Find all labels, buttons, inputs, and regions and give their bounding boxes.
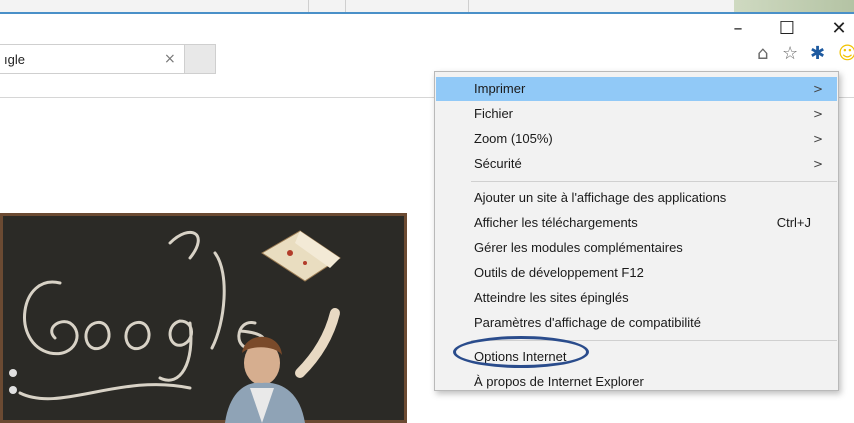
menu-item-manage-addons[interactable]: Gérer les modules complémentaires (436, 236, 837, 260)
menu-item-compatibility-view-settings[interactable]: Paramètres d'affichage de compatibilité (436, 311, 837, 335)
menu-item-f12-developer-tools[interactable]: Outils de développement F12 (436, 261, 837, 285)
menu-item-label: Paramètres d'affichage de compatibilité (474, 315, 701, 330)
taskbar-divider (308, 0, 309, 12)
home-icon[interactable]: ⌂ (757, 44, 768, 64)
menu-item-add-site-to-apps[interactable]: Ajouter un site à l'affichage des applic… (436, 186, 837, 210)
maximize-button[interactable]: ☐ (772, 20, 802, 38)
menu-item-label: Fichier (474, 106, 514, 121)
menu-item-shortcut: Ctrl+J (776, 215, 811, 230)
menu-item-label: Options Internet (474, 349, 567, 364)
menu-item-label: Afficher les téléchargements (474, 215, 638, 230)
browser-window: – ☐ ✕ ıgle × ⌂ ☆ ✱ ☺ Imprimer > Fichier … (0, 0, 854, 423)
menu-item-view-downloads[interactable]: Afficher les téléchargements Ctrl+J (436, 211, 837, 235)
menu-item-security[interactable]: Sécurité > (436, 152, 837, 176)
menu-item-label: Outils de développement F12 (474, 265, 644, 280)
menu-item-label: Atteindre les sites épinglés (474, 290, 629, 305)
menu-separator (471, 181, 837, 182)
minimize-button[interactable]: – (723, 20, 753, 38)
taskbar-strip (0, 0, 854, 14)
chevron-right-icon: > (812, 132, 823, 146)
menu-item-label: Ajouter un site à l'affichage des applic… (474, 190, 727, 205)
gear-icon[interactable]: ✱ (810, 44, 825, 64)
menu-item-print[interactable]: Imprimer > (436, 77, 837, 101)
menu-item-internet-options[interactable]: Options Internet (436, 345, 837, 369)
menu-item-zoom[interactable]: Zoom (105%) > (436, 127, 837, 151)
menu-separator (471, 340, 837, 341)
menu-item-file[interactable]: Fichier > (436, 102, 837, 126)
google-doodle[interactable] (0, 213, 407, 423)
menu-item-about-internet-explorer[interactable]: À propos de Internet Explorer (436, 370, 837, 394)
tab-close-icon[interactable]: × (164, 51, 176, 67)
menu-item-label: Zoom (105%) (474, 131, 553, 146)
taskbar-divider (345, 0, 346, 12)
chevron-right-icon: > (812, 82, 823, 96)
menu-item-label: Sécurité (474, 156, 522, 171)
menu-item-label: À propos de Internet Explorer (474, 374, 644, 389)
star-icon[interactable]: ☆ (782, 44, 798, 64)
chevron-right-icon: > (812, 157, 823, 171)
menu-item-label: Imprimer (474, 81, 526, 96)
tab-title: ıgle (4, 52, 25, 67)
taskbar-thumbnail (734, 0, 854, 12)
menu-item-go-to-pinned-sites[interactable]: Atteindre les sites épinglés (436, 286, 837, 310)
doodle-image (0, 213, 407, 423)
tools-menu: Imprimer > Fichier > Zoom (105%) > Sécurité > Aj… (434, 71, 839, 391)
browser-tab[interactable]: ıgle × (0, 44, 185, 74)
chevron-right-icon: > (812, 107, 823, 121)
new-tab-button[interactable] (185, 44, 216, 74)
taskbar-divider (468, 0, 469, 12)
menu-item-label: Gérer les modules complémentaires (474, 240, 683, 255)
close-button[interactable]: ✕ (824, 20, 854, 38)
smiley-icon[interactable]: ☺ (838, 44, 854, 64)
